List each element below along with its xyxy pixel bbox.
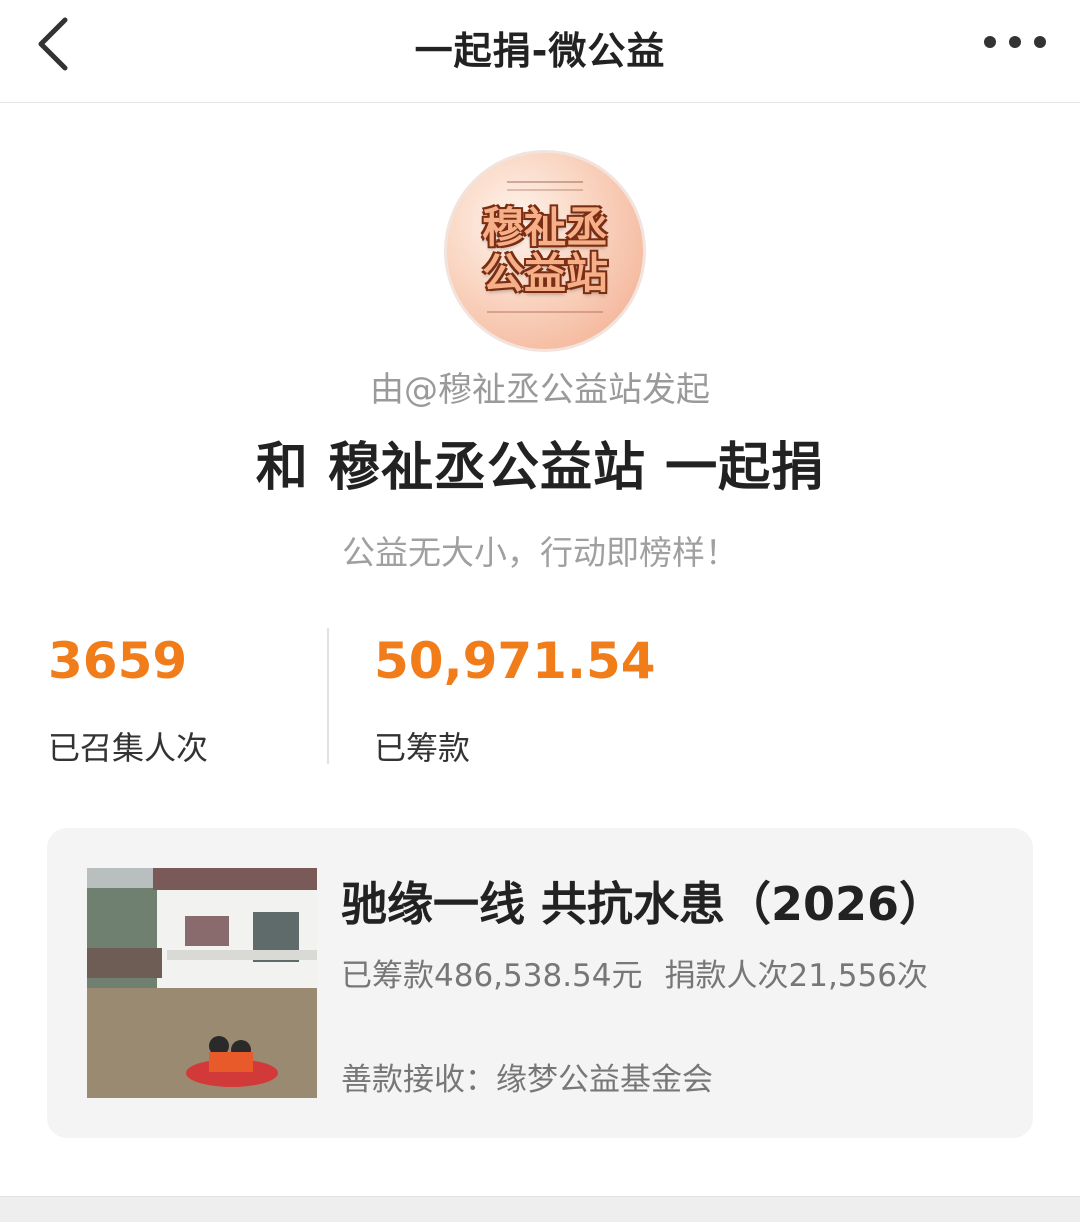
project-title: 驰缘一线 共抗水患（2026） — [341, 877, 946, 931]
avatar-logo-line1: 穆祉丞 — [481, 203, 608, 252]
avatar-logo-line2: 公益站 — [481, 249, 608, 298]
raised-label: 已筹款 — [374, 729, 471, 767]
stats-divider — [327, 628, 329, 764]
initiator-text[interactable]: 由@穆祉丞公益站发起 — [0, 362, 1080, 411]
project-donors: 捐款人次21,556次 — [664, 958, 928, 994]
avatar-logo-text: 穆祉丞 公益站 — [447, 205, 643, 297]
project-receiver: 善款接收：缘梦公益基金会 — [341, 1062, 713, 1098]
bottom-divider — [0, 1196, 1080, 1222]
headline: 和 穆祉丞公益站 一起捐 — [255, 438, 825, 498]
slogan: 公益无大小，行动即榜样！ — [342, 533, 738, 572]
project-thumbnail — [87, 868, 317, 1098]
project-meta: 已筹款486,538.54元 捐款人次21,556次 — [341, 950, 950, 995]
more-button[interactable] — [980, 20, 1050, 64]
project-card[interactable]: 驰缘一线 共抗水患（2026） 已筹款486,538.54元 捐款人次21,556… — [47, 828, 1033, 1138]
navigation-bar: 一起捐-微公益 — [0, 0, 1080, 103]
initiator-avatar[interactable]: 穆祉丞 公益站 — [444, 150, 646, 352]
page-title: 一起捐-微公益 — [414, 29, 666, 73]
participants-label: 已召集人次 — [48, 729, 209, 767]
avatar-decoration — [507, 181, 583, 191]
flood-photo-image — [87, 868, 317, 1098]
avatar-decoration — [487, 311, 603, 317]
project-raised: 已筹款486,538.54元 — [341, 958, 643, 994]
participants-count: 3659 — [48, 632, 188, 690]
more-dots-icon — [984, 36, 1046, 48]
raised-amount: 50,971.54 — [374, 632, 656, 690]
